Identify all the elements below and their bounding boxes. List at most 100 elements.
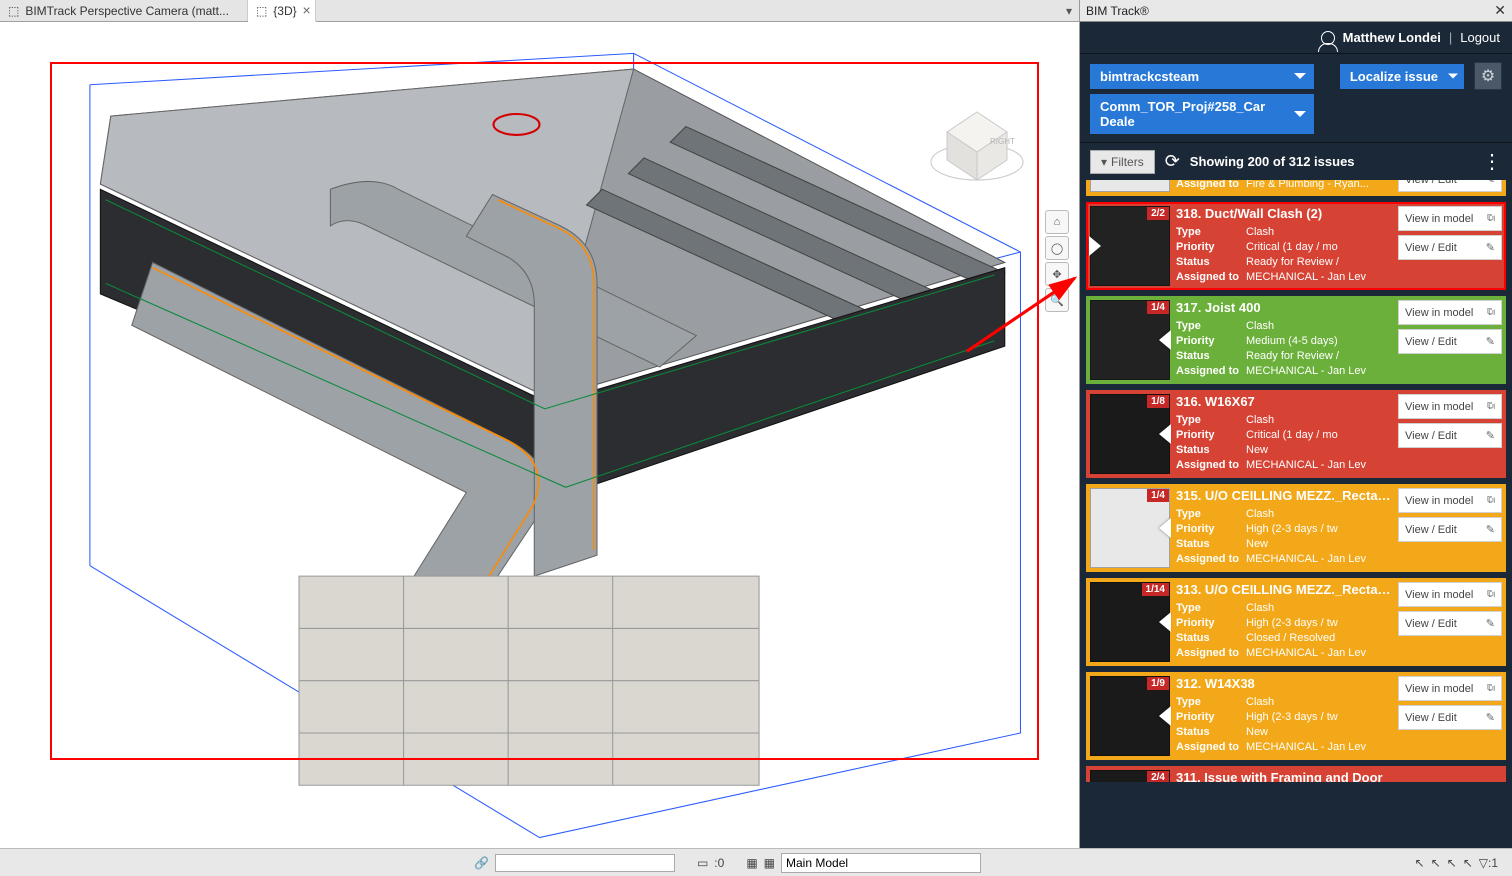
issue-card[interactable]: 2/4 311. Issue with Framing and Door — [1086, 766, 1506, 782]
image-count-badge: 2/4 — [1147, 771, 1169, 782]
select-icon[interactable]: ▭ — [697, 856, 708, 870]
link-icon[interactable]: 🔗 — [474, 856, 489, 870]
issue-card[interactable]: 2/2318. Duct/Wall Clash (2)TypeClashPrio… — [1086, 202, 1506, 290]
card-menu-icon[interactable]: ⋮ — [1484, 676, 1502, 694]
issue-thumbnail[interactable]: 1/14 — [1090, 582, 1170, 662]
model-group-icon-2[interactable]: ▦ — [764, 856, 775, 870]
project-select[interactable]: Comm_TOR_Proj#258_Car Deale — [1090, 94, 1314, 134]
panel-title: BIM Track® — [1086, 4, 1149, 18]
card-menu-icon[interactable]: ⋮ — [1484, 582, 1502, 600]
field-value: MECHANICAL - Jan Lev — [1246, 552, 1392, 567]
nav-orbit-icon[interactable]: ◯ — [1045, 236, 1069, 260]
issue-thumbnail[interactable]: 1/4 — [1090, 488, 1170, 568]
issue-card[interactable]: 1/9312. W14X38TypeClashPriorityHigh (2-3… — [1086, 672, 1506, 760]
field-label: Assigned to — [1176, 552, 1246, 567]
refresh-icon[interactable]: ⟳ — [1165, 151, 1180, 172]
filters-button[interactable]: ▾ Filters — [1090, 150, 1155, 174]
tab-camera[interactable]: ⬚ BIMTrack Perspective Camera (matt... — [0, 0, 248, 21]
filter-row: ▾ Filters ⟳ Showing 200 of 312 issues ⋮ — [1080, 142, 1512, 180]
view-edit-button[interactable]: View / Edit✎ — [1398, 329, 1502, 354]
field-label: Assigned to — [1176, 364, 1246, 379]
field-value: Clash — [1246, 319, 1392, 334]
issue-card[interactable]: 1/4315. U/O CEILLING MEZZ._Rectangular D… — [1086, 484, 1506, 572]
field-value: Clash — [1246, 225, 1392, 240]
viewport-3d[interactable]: RIGHT ⌂ ◯ ✥ 🔍 — [0, 22, 1079, 848]
worksets-select[interactable] — [495, 854, 675, 872]
view-edit-button[interactable]: View / Edit✎ — [1398, 517, 1502, 542]
field-value: MECHANICAL - Jan Lev — [1246, 270, 1392, 285]
next-image-icon[interactable] — [1159, 330, 1171, 350]
localize-issue-button[interactable]: Localize issue — [1340, 64, 1464, 89]
field-label: Type — [1176, 319, 1246, 334]
field-value: MECHANICAL - Jan Lev — [1246, 458, 1392, 473]
team-select[interactable]: bimtrackcsteam — [1090, 64, 1314, 89]
selection-icon[interactable]: ↖ — [1463, 856, 1473, 870]
next-image-icon[interactable] — [1159, 706, 1171, 726]
image-count-badge: 1/14 — [1142, 583, 1169, 596]
field-label: Priority — [1176, 710, 1246, 725]
next-image-icon[interactable] — [1159, 612, 1171, 632]
nav-zoom-icon[interactable]: 🔍 — [1045, 288, 1069, 312]
field-value: Clash — [1246, 601, 1392, 616]
project-select-value: Comm_TOR_Proj#258_Car Deale — [1100, 99, 1265, 129]
tab-overflow-button[interactable]: ▾ — [1059, 0, 1079, 21]
showing-count: Showing 200 of 312 issues — [1190, 154, 1472, 169]
view-edit-button[interactable]: View / Edit✎ — [1398, 423, 1502, 448]
model-group-icon[interactable]: ▦ — [746, 856, 757, 870]
card-menu-icon[interactable]: ⋮ — [1484, 206, 1502, 224]
field-label: Status — [1176, 349, 1246, 364]
image-count-badge: 1/4 — [1147, 301, 1169, 314]
issue-thumbnail[interactable]: 2/2 — [1090, 206, 1170, 286]
issue-title: 311. Issue with Framing and Door — [1176, 770, 1502, 782]
more-menu-icon[interactable]: ⋮ — [1482, 149, 1502, 174]
viewcube[interactable]: RIGHT — [927, 92, 1027, 192]
card-menu-icon[interactable]: ⋮ — [1484, 394, 1502, 412]
field-value: Critical (1 day / mo — [1246, 240, 1392, 255]
field-value: Clash — [1246, 507, 1392, 522]
view-edit-button[interactable]: View / Edit✎ — [1398, 235, 1502, 260]
nav-pan-icon[interactable]: ✥ — [1045, 262, 1069, 286]
view-edit-button[interactable]: View / Edit✎ — [1398, 705, 1502, 730]
filter-selection-icon[interactable]: ▽:1 — [1479, 856, 1498, 870]
next-image-icon[interactable] — [1159, 518, 1171, 538]
panel-titlebar[interactable]: BIM Track® ✕ — [1080, 0, 1512, 22]
logout-link[interactable]: Logout — [1460, 30, 1500, 45]
field-label: Priority — [1176, 334, 1246, 349]
nav-home-icon[interactable]: ⌂ — [1045, 210, 1069, 234]
gear-icon: ⚙ — [1481, 66, 1495, 86]
pencil-icon: ✎ — [1486, 711, 1495, 724]
svg-text:RIGHT: RIGHT — [990, 137, 1015, 146]
view-edit-button[interactable]: View / Edit✎ — [1398, 611, 1502, 636]
issue-card[interactable]: 1/4317. Joist 400TypeClashPriorityMedium… — [1086, 296, 1506, 384]
card-menu-icon[interactable]: ⋮ — [1484, 488, 1502, 506]
view-edit-button[interactable]: View / Edit ✎ — [1398, 180, 1502, 192]
issue-card[interactable]: 1/8316. W16X67TypeClashPriorityCritical … — [1086, 390, 1506, 478]
field-value: Ready for Review / — [1246, 255, 1392, 270]
issue-thumbnail[interactable]: 1/9 — [1090, 676, 1170, 756]
field-label: Priority — [1176, 616, 1246, 631]
selection-icon[interactable]: ↖ — [1431, 856, 1441, 870]
filter-icon: ▾ — [1101, 155, 1107, 169]
model-name-input[interactable] — [781, 853, 981, 873]
selection-icon[interactable]: ↖ — [1415, 856, 1425, 870]
issue-card[interactable]: 1/14313. U/O CEILLING MEZZ._Rectangular … — [1086, 578, 1506, 666]
model-svg — [0, 22, 1079, 848]
team-select-value: bimtrackcsteam — [1100, 69, 1199, 84]
issue-card[interactable]: Assigned to Fire & Plumbing - Ryan... Vi… — [1086, 180, 1506, 196]
next-image-icon[interactable] — [1159, 424, 1171, 444]
close-icon[interactable]: ✕ — [1494, 2, 1506, 19]
field-label: Priority — [1176, 240, 1246, 255]
cube-icon: ⬚ — [256, 4, 267, 18]
image-count-badge: 1/4 — [1147, 489, 1169, 502]
tab-3d[interactable]: ⬚ {3D} × — [248, 0, 316, 22]
issues-list[interactable]: Assigned to Fire & Plumbing - Ryan... Vi… — [1080, 180, 1512, 876]
issue-thumbnail[interactable]: 1/8 — [1090, 394, 1170, 474]
selection-icon[interactable]: ↖ — [1447, 856, 1457, 870]
close-icon[interactable]: × — [302, 2, 310, 18]
prev-image-icon[interactable] — [1089, 236, 1101, 256]
localize-label: Localize issue — [1350, 69, 1438, 84]
issue-thumbnail[interactable]: 1/4 — [1090, 300, 1170, 380]
settings-button[interactable]: ⚙ — [1474, 62, 1502, 90]
app-status-bar: 🔗 ▭ :0 ▦ ▦ ↖ ↖ ↖ ↖ ▽:1 — [0, 848, 1512, 876]
card-menu-icon[interactable]: ⋮ — [1484, 300, 1502, 318]
